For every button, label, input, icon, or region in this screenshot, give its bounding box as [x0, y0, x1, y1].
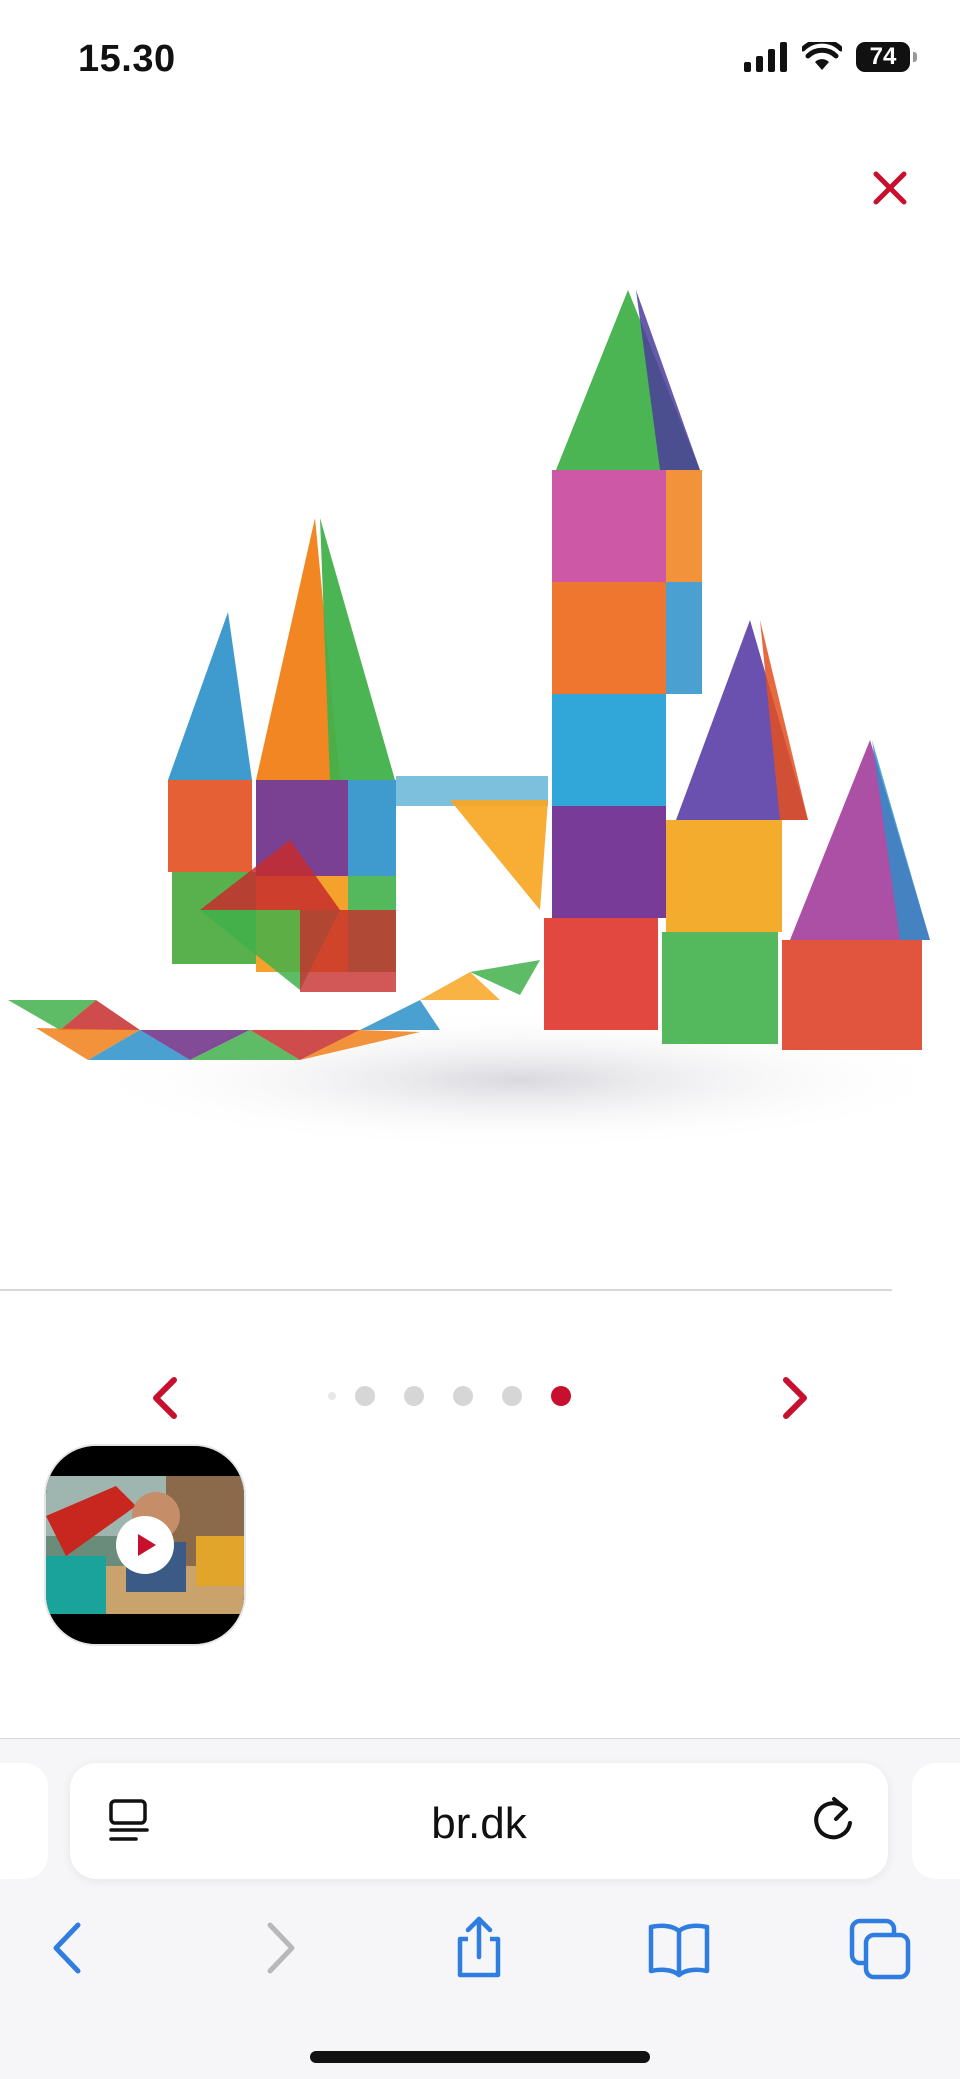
- pagination-dots: [328, 1386, 571, 1406]
- tabs-button[interactable]: [848, 1915, 914, 1981]
- battery-level: 74: [869, 43, 897, 70]
- url-text[interactable]: br.dk: [70, 1799, 888, 1849]
- adjacent-tab-right[interactable]: [912, 1763, 960, 1879]
- chevron-left-icon: [153, 1377, 177, 1419]
- chevron-right-icon: [783, 1377, 807, 1419]
- close-button[interactable]: [862, 160, 918, 216]
- pagination-dot[interactable]: [404, 1386, 424, 1406]
- play-button[interactable]: [116, 1516, 174, 1574]
- product-image[interactable]: [0, 260, 960, 1160]
- pagination-dot[interactable]: [355, 1386, 375, 1406]
- status-time: 15.30: [78, 38, 176, 80]
- pagination-dot[interactable]: [502, 1386, 522, 1406]
- image-divider: [0, 1289, 892, 1291]
- bookmarks-icon: [648, 1923, 710, 1978]
- back-icon: [53, 1922, 81, 1974]
- browser-toolbar: [0, 1901, 960, 2001]
- status-icons: 74: [744, 42, 917, 72]
- status-bar: 15.30 74: [0, 0, 960, 120]
- adjacent-tab-left[interactable]: [0, 1763, 48, 1879]
- address-bar[interactable]: br.dk: [70, 1763, 888, 1879]
- close-icon: [873, 171, 907, 205]
- previous-image-button[interactable]: [136, 1368, 196, 1428]
- browser-chrome: br.dk: [0, 1738, 960, 2079]
- video-thumbnail[interactable]: [44, 1444, 246, 1646]
- share-button[interactable]: [446, 1915, 512, 1981]
- reload-icon: [814, 1797, 852, 1840]
- back-button[interactable]: [38, 1915, 104, 1981]
- gallery-navigation: [0, 1360, 960, 1440]
- bookmarks-button[interactable]: [646, 1915, 712, 1981]
- share-icon: [457, 1916, 501, 1978]
- pagination-dot-active[interactable]: [551, 1386, 571, 1406]
- wifi-icon: [802, 42, 842, 70]
- play-icon: [138, 1534, 156, 1556]
- reload-button[interactable]: [808, 1793, 858, 1845]
- forward-icon: [267, 1922, 295, 1974]
- home-indicator[interactable]: [310, 2051, 650, 2063]
- tabs-icon: [849, 1918, 911, 1980]
- pagination-dot: [328, 1392, 336, 1400]
- next-image-button[interactable]: [764, 1368, 824, 1428]
- pagination-dot[interactable]: [453, 1386, 473, 1406]
- forward-button[interactable]: [244, 1915, 310, 1981]
- battery-indicator: 74: [856, 42, 917, 72]
- cellular-signal-icon: [744, 42, 787, 72]
